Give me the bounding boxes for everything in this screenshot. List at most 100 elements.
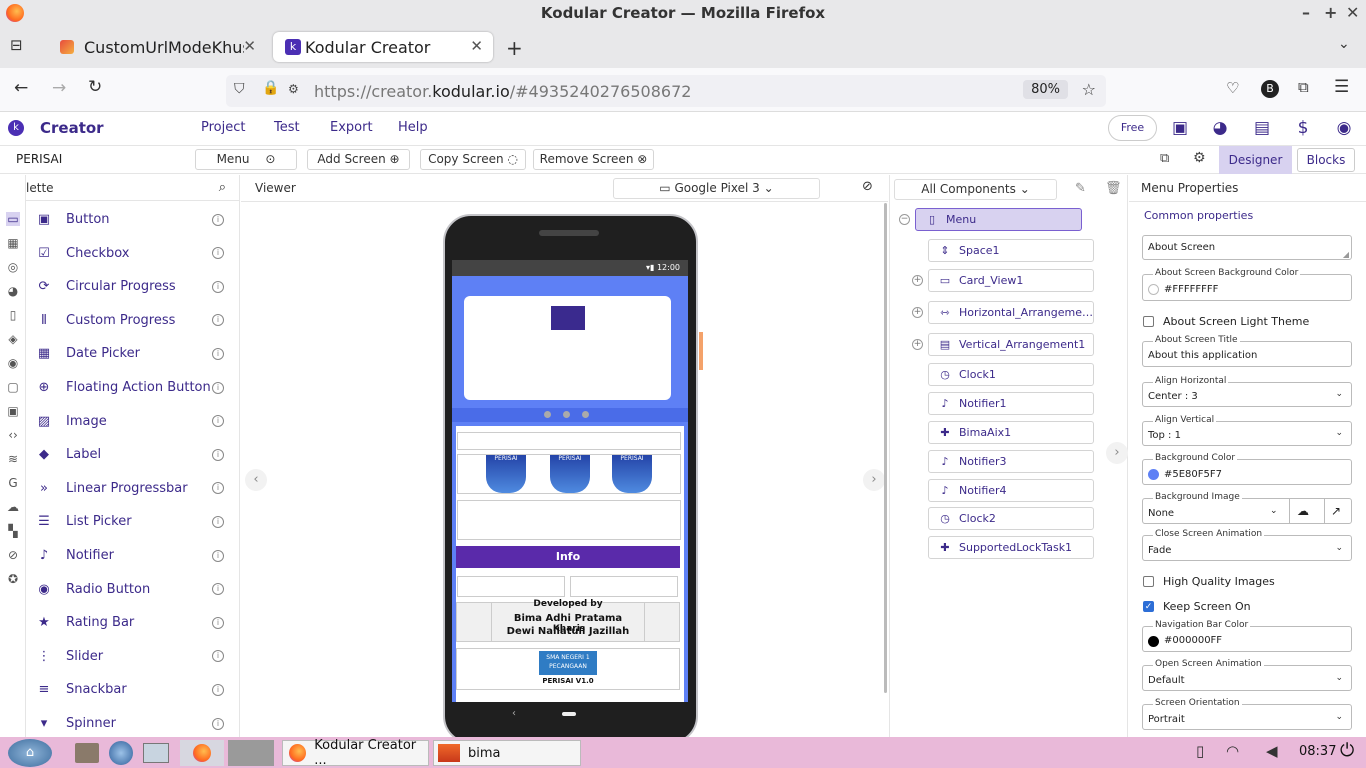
device-selector[interactable]: ▭ Google Pixel 3 ⌄: [613, 178, 820, 199]
delete-trash-icon[interactable]: 🗑: [1105, 181, 1122, 196]
component-filter[interactable]: All Components ⌄: [894, 179, 1057, 200]
open-animation-select[interactable]: Open Screen Animation Default ⌄: [1142, 659, 1352, 691]
background-image-field[interactable]: Background Image None ⌄ ☁ ↗: [1142, 492, 1352, 524]
bookmark-star-icon[interactable]: ☆: [1082, 80, 1096, 99]
permissions-icon[interactable]: ⚙: [288, 82, 299, 96]
tab-customurl[interactable]: CustomUrlModeKhusus ✕: [52, 32, 266, 62]
category-apps-icon[interactable]: ▚: [6, 524, 20, 538]
back-icon[interactable]: ←: [14, 78, 28, 98]
reload-icon[interactable]: ↻: [88, 77, 102, 97]
power-icon[interactable]: ⏻: [1340, 740, 1354, 761]
component-node[interactable]: ⇕ Space1: [928, 239, 1094, 262]
tab-kodular[interactable]: k Kodular Creator ✕: [273, 32, 493, 62]
category-social-icon[interactable]: ◉: [6, 356, 20, 370]
component-node[interactable]: ◷ Clock2: [928, 507, 1094, 530]
scroll-right-icon[interactable]: ›: [1106, 442, 1128, 464]
category-storage-icon[interactable]: ▢: [6, 380, 20, 394]
url-bar[interactable]: ⛉ 🔒 ⚙ https://creator. kodular.io/#493524…: [226, 75, 1106, 107]
nav-back-icon[interactable]: ‹: [512, 708, 516, 719]
palette-item[interactable]: ◉ Radio Button i: [26, 573, 239, 606]
info-icon[interactable]: i: [212, 616, 224, 629]
info-icon[interactable]: i: [212, 683, 224, 696]
projects-folder-icon[interactable]: ▣: [1167, 115, 1193, 141]
info-icon[interactable]: i: [212, 650, 224, 663]
component-node[interactable]: ♪ Notifier1: [928, 392, 1094, 415]
palette-item[interactable]: » Linear Progressbar i: [26, 472, 239, 505]
info-icon[interactable]: i: [212, 280, 224, 293]
palette-item[interactable]: ▾ Spinner i: [26, 707, 239, 737]
component-node[interactable]: ◷ Clock1: [928, 363, 1094, 386]
category-extension-icon[interactable]: ✪: [6, 572, 20, 586]
component-node[interactable]: + ⇿ Horizontal_Arrangeme…: [912, 301, 1094, 324]
library-icon[interactable]: ▤: [1249, 115, 1275, 141]
plan-badge[interactable]: Free: [1108, 115, 1157, 141]
component-node[interactable]: + ▤ Vertical_Arrangement1: [912, 333, 1094, 356]
palette-item[interactable]: ♪ Notifier i: [26, 539, 239, 572]
wifi-icon[interactable]: ◠: [1226, 742, 1239, 760]
blocks-tab[interactable]: Blocks: [1297, 148, 1355, 172]
screen-selector[interactable]: Menu ⊙: [195, 149, 297, 170]
menu-help[interactable]: Help: [398, 120, 428, 135]
info-icon[interactable]: i: [212, 583, 224, 596]
search-icon[interactable]: ⌕: [219, 180, 226, 195]
category-connectivity-icon[interactable]: ‹›: [6, 428, 20, 442]
account-avatar[interactable]: B: [1261, 80, 1279, 98]
menu-project[interactable]: Project: [201, 120, 245, 135]
light-theme-checkbox[interactable]: About Screen Light Theme: [1143, 315, 1309, 328]
info-icon[interactable]: i: [212, 247, 224, 260]
maximize-icon[interactable]: +: [1324, 3, 1337, 22]
palette-item[interactable]: ☰ List Picker i: [26, 505, 239, 538]
common-properties-header[interactable]: Common properties: [1144, 209, 1253, 222]
desktop-preview[interactable]: [228, 740, 274, 766]
category-info-icon[interactable]: ⊘: [6, 548, 20, 562]
add-screen-button[interactable]: Add Screen ⊕: [307, 149, 410, 170]
expand-icon[interactable]: +: [912, 339, 923, 350]
designer-tab[interactable]: Designer: [1219, 146, 1292, 174]
category-drawing-icon[interactable]: ◕: [6, 284, 20, 298]
component-node[interactable]: ♪ Notifier4: [928, 479, 1094, 502]
dollar-icon[interactable]: $: [1290, 115, 1316, 141]
new-tab-icon[interactable]: +: [506, 36, 523, 60]
component-node[interactable]: + ▭ Card_View1: [912, 269, 1094, 292]
user-account-icon[interactable]: ◉: [1331, 115, 1357, 141]
volume-icon[interactable]: ◀: [1266, 742, 1278, 760]
pocket-icon[interactable]: ♡: [1226, 79, 1239, 97]
info-icon[interactable]: i: [212, 347, 224, 360]
palette-item[interactable]: ▣ Button i: [26, 203, 239, 236]
battery-icon[interactable]: ▯: [1196, 742, 1204, 760]
minimize-icon[interactable]: –: [1302, 3, 1310, 22]
close-tab-icon[interactable]: ✕: [243, 37, 256, 55]
start-menu-icon[interactable]: ⌂: [8, 739, 52, 767]
palette-item[interactable]: ▦ Date Picker i: [26, 337, 239, 370]
category-monetization-icon[interactable]: ☁: [6, 500, 20, 514]
category-feed-icon[interactable]: ≋: [6, 452, 20, 466]
about-title-field[interactable]: About Screen Title About this application: [1142, 335, 1352, 367]
component-node[interactable]: ♪ Notifier3: [928, 450, 1094, 473]
scroll-right-icon[interactable]: ›: [863, 469, 885, 491]
component-node[interactable]: − ▯ Menu: [899, 208, 1082, 231]
menu-test[interactable]: Test: [274, 120, 300, 135]
palette-item[interactable]: ◆ Label i: [26, 438, 239, 471]
palette-item[interactable]: ☑ Checkbox i: [26, 237, 239, 270]
close-icon[interactable]: ✕: [1346, 3, 1359, 22]
align-vertical-select[interactable]: Align Vertical Top : 1 ⌄: [1142, 415, 1352, 446]
remove-screen-button[interactable]: Remove Screen ⊗: [533, 149, 654, 170]
palette-item[interactable]: ⦀ Custom Progress i: [26, 304, 239, 337]
task-bima[interactable]: bima: [433, 740, 581, 766]
perisai-logo-icon[interactable]: PERISAI: [550, 455, 590, 493]
component-node[interactable]: ✚ SupportedLockTask1: [928, 536, 1094, 559]
file-manager-icon[interactable]: [75, 743, 99, 763]
palette-item[interactable]: ★ Rating Bar i: [26, 606, 239, 639]
tab-overview-icon[interactable]: ⊟: [10, 36, 23, 54]
align-horizontal-select[interactable]: Align Horizontal Center : 3 ⌄: [1142, 376, 1352, 407]
rename-pencil-icon[interactable]: ✎: [1075, 181, 1086, 196]
window-switcher-icon[interactable]: [143, 743, 169, 763]
resize-handle-icon[interactable]: ◢: [1343, 250, 1349, 259]
about-bg-color-field[interactable]: About Screen Background Color #FFFFFFFF: [1142, 268, 1352, 301]
copy-screen-button[interactable]: Copy Screen ◌: [420, 149, 526, 170]
screen-orientation-select[interactable]: Screen Orientation Portrait ⌄: [1142, 698, 1352, 730]
nav-home-icon[interactable]: [562, 712, 576, 716]
close-animation-select[interactable]: Close Screen Animation Fade ⌄: [1142, 529, 1352, 561]
category-utilities-icon[interactable]: ▣: [6, 404, 20, 418]
browser-globe-icon[interactable]: [109, 741, 133, 765]
